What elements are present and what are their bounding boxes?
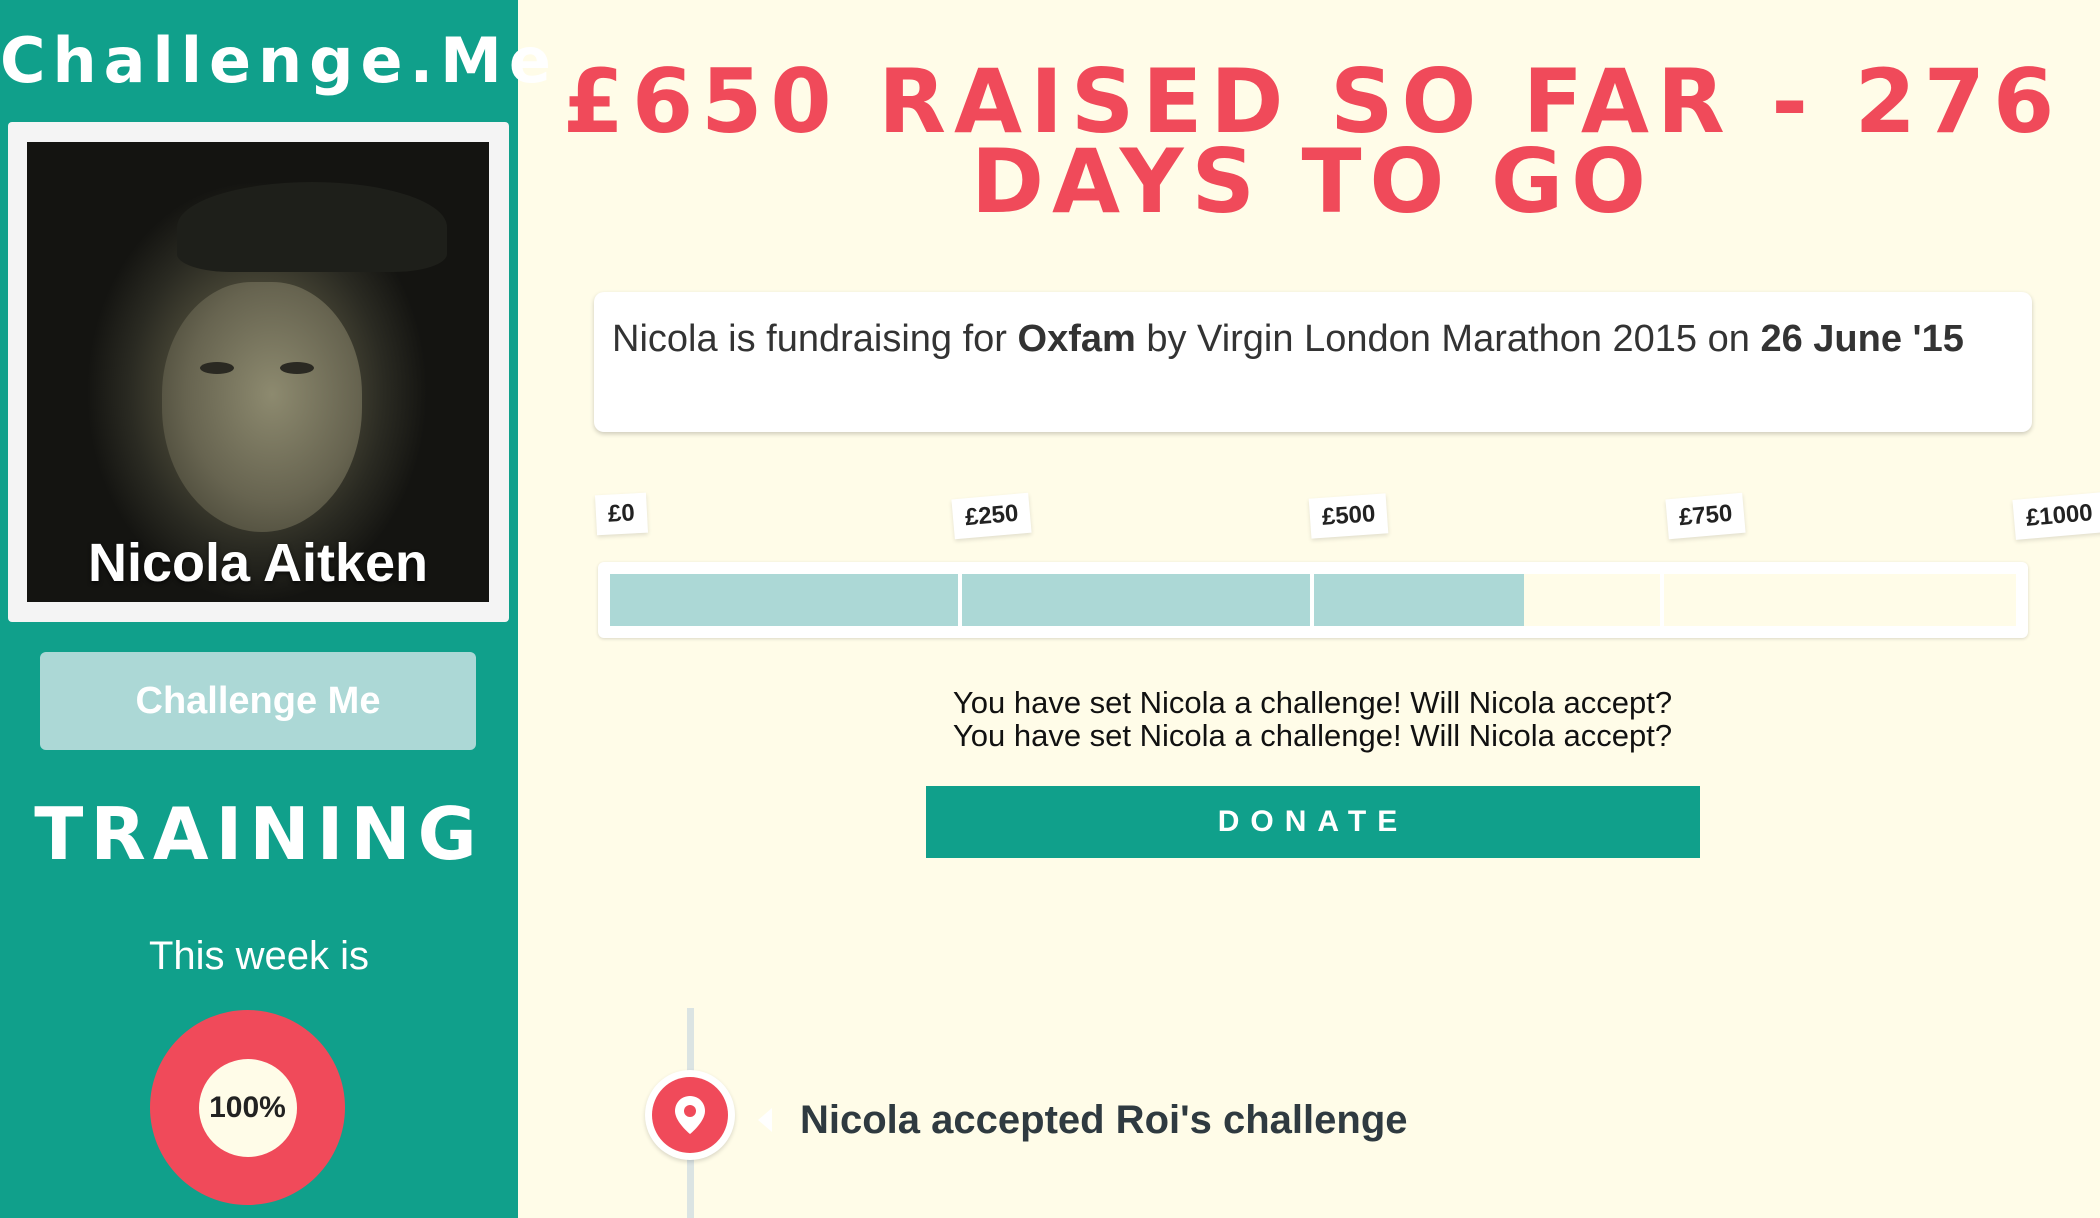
challenge-message: You have set Nicola a challenge! Will Ni…: [540, 686, 2085, 752]
week-label: This week is: [148, 934, 370, 978]
progress-divider: [1310, 574, 1314, 626]
milestone-label-750: £750: [1665, 492, 1746, 540]
location-pin-icon: [675, 1096, 705, 1134]
photo-face-shape: [162, 282, 362, 532]
photo-eye-left: [200, 362, 234, 374]
progress-bar-track: [610, 574, 2016, 626]
week-progress-donut: 100%: [150, 1010, 345, 1205]
milestone-label-1000: £1000: [2012, 492, 2100, 540]
photo-eye-right: [280, 362, 314, 374]
fundraising-progress-bar: [598, 562, 2028, 638]
progress-bar-fill: [610, 574, 1524, 626]
profile-card: Nicola Aitken: [8, 122, 509, 622]
milestone-label-0: £0: [594, 492, 648, 536]
info-middle: by Virgin London Marathon 2015 on: [1135, 318, 1761, 360]
sidebar: Challenge.Me Nicola Aitken Challenge Me …: [0, 0, 551, 1218]
timeline-caret: [758, 1108, 772, 1132]
info-date: 26 June '15: [1760, 318, 1964, 360]
info-charity: Oxfam: [1017, 318, 1136, 360]
profile-name: Nicola Aitken: [87, 533, 429, 593]
page-title-line-2: DAYS TO GO: [971, 130, 1654, 233]
photo-hat-shape: [177, 182, 447, 272]
profile-photo: Nicola Aitken: [27, 142, 489, 602]
training-heading: TRAINING: [34, 792, 484, 876]
challenge-message-line-2: You have set Nicola a challenge! Will Ni…: [952, 718, 1673, 753]
page-title: £650 RAISED SO FAR - 276 DAYS TO GO: [540, 58, 2085, 233]
brand-logo[interactable]: Challenge.Me: [0, 24, 551, 97]
fundraising-info-box: Nicola is fundraising for Oxfam by Virgi…: [594, 292, 2032, 432]
info-prefix: Nicola is fundraising for: [612, 318, 1018, 360]
milestone-label-500: £500: [1308, 493, 1389, 539]
timeline-marker: [645, 1070, 735, 1160]
progress-divider: [1660, 574, 1664, 626]
progress-divider: [958, 574, 962, 626]
donate-button[interactable]: DONATE: [926, 786, 1700, 858]
challenge-me-button[interactable]: Challenge Me: [40, 652, 476, 750]
timeline-event-text: Nicola accepted Roi's challenge: [800, 1098, 1408, 1142]
challenge-message-line-1: You have set Nicola a challenge! Will Ni…: [952, 685, 1673, 720]
milestone-label-250: £250: [951, 492, 1032, 540]
timeline-marker-inner: [652, 1077, 728, 1153]
week-progress-label: 100%: [198, 1058, 297, 1157]
